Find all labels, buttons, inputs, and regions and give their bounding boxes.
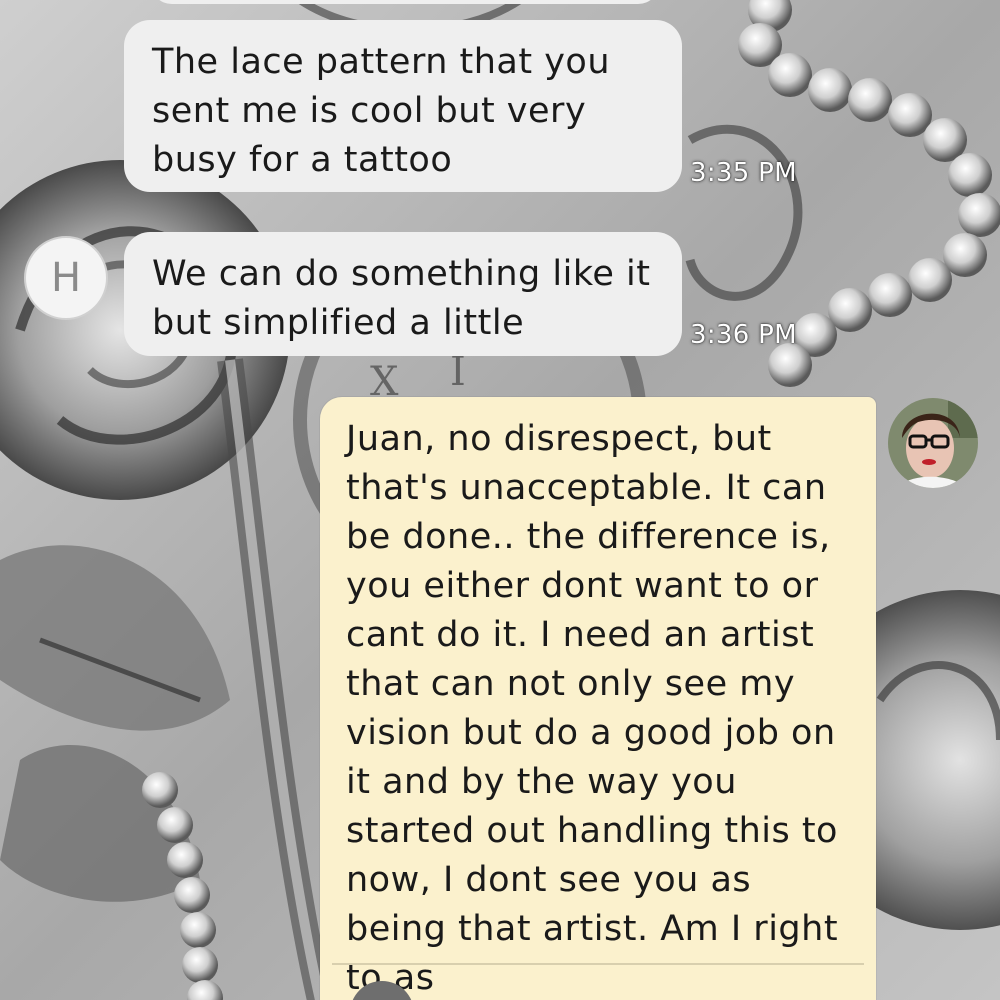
- contact-initial: H: [50, 255, 82, 301]
- message-text: We can do something like it but simplifi…: [152, 254, 651, 343]
- profile-photo-icon[interactable]: [888, 398, 978, 488]
- outgoing-message-bubble[interactable]: Juan, no disrespect, but that's unaccept…: [320, 397, 876, 1000]
- bubble-divider: [332, 963, 864, 965]
- previous-message-bubble[interactable]: [150, 0, 660, 4]
- message-timestamp: 3:36 PM: [690, 320, 797, 350]
- conversation-view[interactable]: The lace pattern that you sent me is coo…: [0, 0, 1000, 1000]
- message-timestamp: 3:35 PM: [690, 158, 797, 188]
- incoming-message-bubble[interactable]: We can do something like it but simplifi…: [124, 232, 682, 356]
- letter-avatar-icon[interactable]: H: [24, 236, 108, 320]
- message-text: The lace pattern that you sent me is coo…: [152, 42, 611, 180]
- incoming-message-bubble[interactable]: The lace pattern that you sent me is coo…: [124, 20, 682, 192]
- message-text: Juan, no disrespect, but that's unaccept…: [346, 419, 839, 998]
- chevron-down-icon[interactable]: ⌄: [794, 991, 816, 1000]
